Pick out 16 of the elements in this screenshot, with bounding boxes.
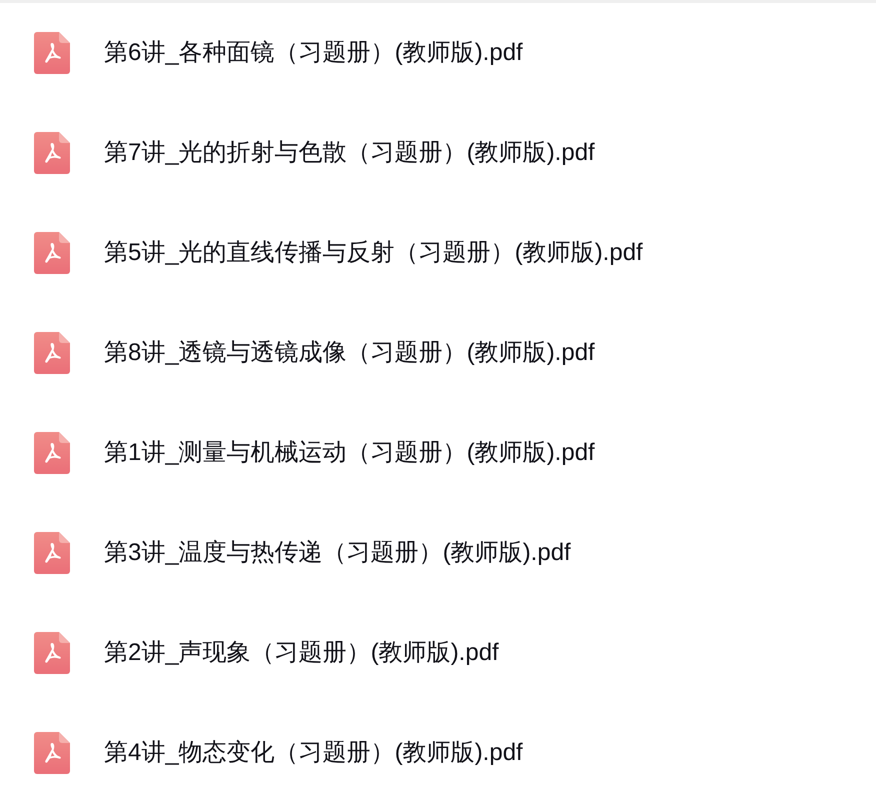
file-name[interactable]: 第6讲_各种面镜（习题册）(教师版).pdf <box>104 37 523 69</box>
file-name[interactable]: 第8讲_透镜与透镜成像（习题册）(教师版).pdf <box>104 337 595 369</box>
pdf-file-icon <box>34 132 70 174</box>
file-name[interactable]: 第1讲_测量与机械运动（习题册）(教师版).pdf <box>104 437 595 469</box>
file-name[interactable]: 第4讲_物态变化（习题册）(教师版).pdf <box>104 737 523 769</box>
file-name[interactable]: 第5讲_光的直线传播与反射（习题册）(教师版).pdf <box>104 237 643 269</box>
pdf-file-icon <box>34 32 70 74</box>
file-name[interactable]: 第7讲_光的折射与色散（习题册）(教师版).pdf <box>104 137 595 169</box>
pdf-file-icon <box>34 732 70 774</box>
file-name[interactable]: 第3讲_温度与热传递（习题册）(教师版).pdf <box>104 537 571 569</box>
pdf-file-icon <box>34 432 70 474</box>
pdf-file-icon <box>34 332 70 374</box>
pdf-file-icon <box>34 532 70 574</box>
pdf-file-icon <box>34 632 70 674</box>
pdf-file-icon <box>34 232 70 274</box>
file-name[interactable]: 第2讲_声现象（习题册）(教师版).pdf <box>104 637 499 669</box>
